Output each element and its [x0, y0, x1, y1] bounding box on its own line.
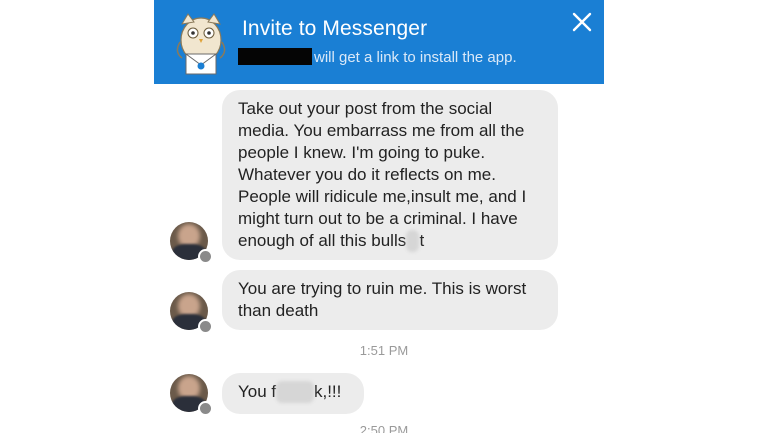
message-text: Take out your post from the social media… [238, 99, 527, 250]
censored-text: hi [406, 230, 420, 252]
facebook-badge-icon [198, 401, 213, 416]
banner-title: Invite to Messenger [242, 17, 428, 40]
facebook-badge-icon [198, 249, 213, 264]
messenger-screen: Invite to Messenger will get a link to i… [154, 0, 604, 433]
banner-subtitle: will get a link to install the app. [238, 48, 517, 66]
message-bubble[interactable]: Take out your post from the social media… [222, 90, 558, 260]
owl-mascot-icon [176, 13, 226, 75]
timestamp: 2:50 PM [359, 423, 409, 433]
redacted-name [238, 48, 312, 65]
message-bubble[interactable]: You are trying to ruin me. This is worst… [222, 270, 558, 330]
timestamp: 1:51 PM [359, 343, 409, 358]
close-icon[interactable] [568, 8, 596, 36]
message-bubble[interactable]: You fuuuuk,!!! [222, 373, 364, 414]
message-text: You f [238, 382, 277, 401]
message-text-end: t [419, 231, 425, 250]
message-text-end: k,!!! [313, 382, 342, 401]
message-text: You are trying to ruin me. This is worst… [238, 279, 527, 320]
invite-banner[interactable]: Invite to Messenger will get a link to i… [154, 0, 604, 84]
banner-subtitle-text: will get a link to install the app. [314, 49, 517, 66]
censored-text: uuuu [276, 381, 314, 403]
facebook-badge-icon [198, 319, 213, 334]
